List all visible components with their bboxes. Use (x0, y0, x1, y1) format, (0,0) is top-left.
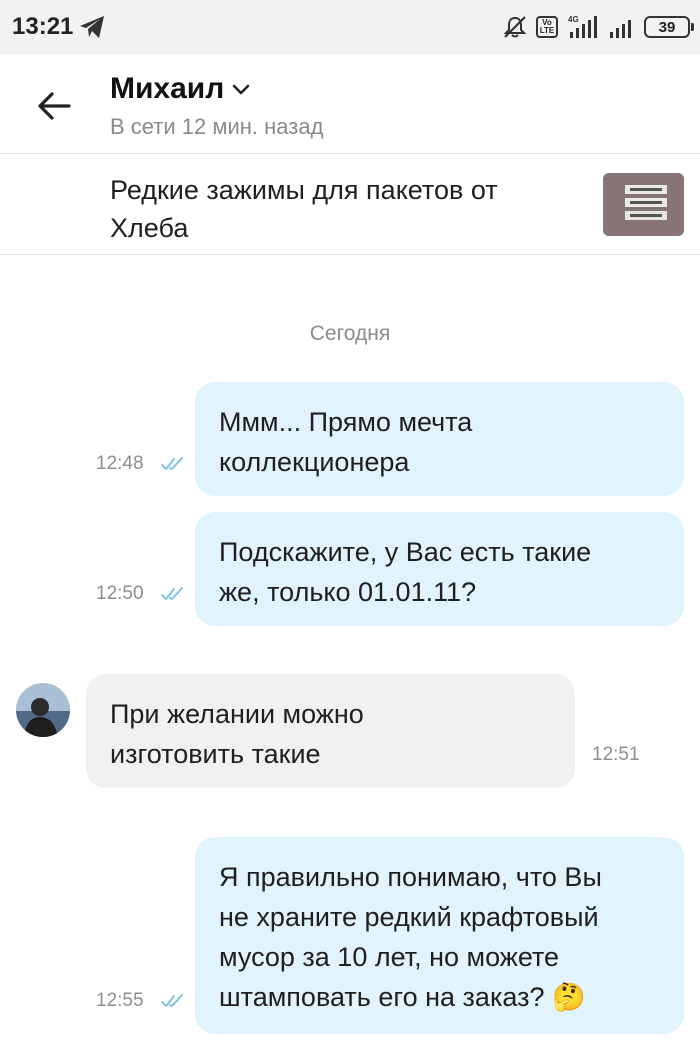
signal-icon: 4G (568, 15, 597, 38)
message-text-line: Ммм... Прямо мечта (219, 407, 473, 437)
message-bubble-outgoing[interactable]: Подскажите, у Вас есть такие же, только … (195, 512, 684, 626)
volte-bottom-label: LTE (539, 26, 555, 35)
message-text-line: изготовить такие (110, 739, 321, 769)
message-text-line: же, только 01.01.11? (219, 577, 477, 607)
message-text-line: мусор за 10 лет, но можете (219, 942, 560, 972)
message-bubble-incoming[interactable]: При желании можно изготовить такие (86, 674, 575, 788)
message-text-line: коллекционера (219, 447, 410, 477)
battery-icon: 39 (644, 16, 694, 38)
chat-header: Михаил В сети 12 мин. назад (0, 54, 700, 154)
message-bubble-outgoing[interactable]: Я правильно понимаю, что Вы не храните р… (195, 837, 684, 1034)
read-check-icon (161, 994, 183, 1007)
message-time: 12:50 (96, 583, 144, 604)
ad-bar[interactable]: Редкие зажимы для пакетов от Хлеба (0, 155, 700, 255)
volte-icon: Vo LTE (536, 16, 558, 38)
ad-thumbnail[interactable] (603, 173, 684, 236)
contact-avatar[interactable] (16, 683, 70, 737)
message-time: 12:48 (96, 453, 144, 474)
read-check-icon (161, 587, 183, 600)
read-check-icon (161, 457, 183, 470)
signal-icon-2 (610, 20, 631, 38)
ad-title: Редкие зажимы для пакетов от Хлеба (110, 175, 498, 243)
telegram-icon (80, 16, 104, 38)
svg-text:4G: 4G (568, 15, 579, 24)
status-bar: 13:21 Vo LTE 4G 39 (0, 0, 700, 54)
message-text-line: штамповать его на заказ? 🤔 (219, 982, 586, 1012)
message-time: 12:51 (592, 744, 640, 765)
message-time: 12:55 (96, 990, 144, 1011)
message-text-line: При желании можно (110, 699, 364, 729)
message-text-line: Я правильно понимаю, что Вы (219, 862, 602, 892)
date-separator: Сегодня (309, 322, 391, 345)
contact-name-button[interactable]: Михаил (110, 72, 250, 106)
contact-status: В сети 12 мин. назад (110, 114, 324, 139)
back-button[interactable] (30, 82, 78, 130)
message-text-line: не храните редкий крафтовый (219, 902, 599, 932)
message-bubble-outgoing[interactable]: Ммм... Прямо мечта коллекционера (195, 382, 684, 496)
status-time: 13:21 (12, 13, 74, 40)
battery-level: 39 (658, 18, 676, 36)
chevron-down-icon (233, 84, 250, 95)
mute-icon (503, 16, 527, 38)
message-text-line: Подскажите, у Вас есть такие (219, 537, 592, 567)
back-arrow-icon (38, 92, 71, 120)
contact-name: Михаил (110, 72, 225, 105)
status-icons: Vo LTE 4G 39 (502, 13, 694, 41)
